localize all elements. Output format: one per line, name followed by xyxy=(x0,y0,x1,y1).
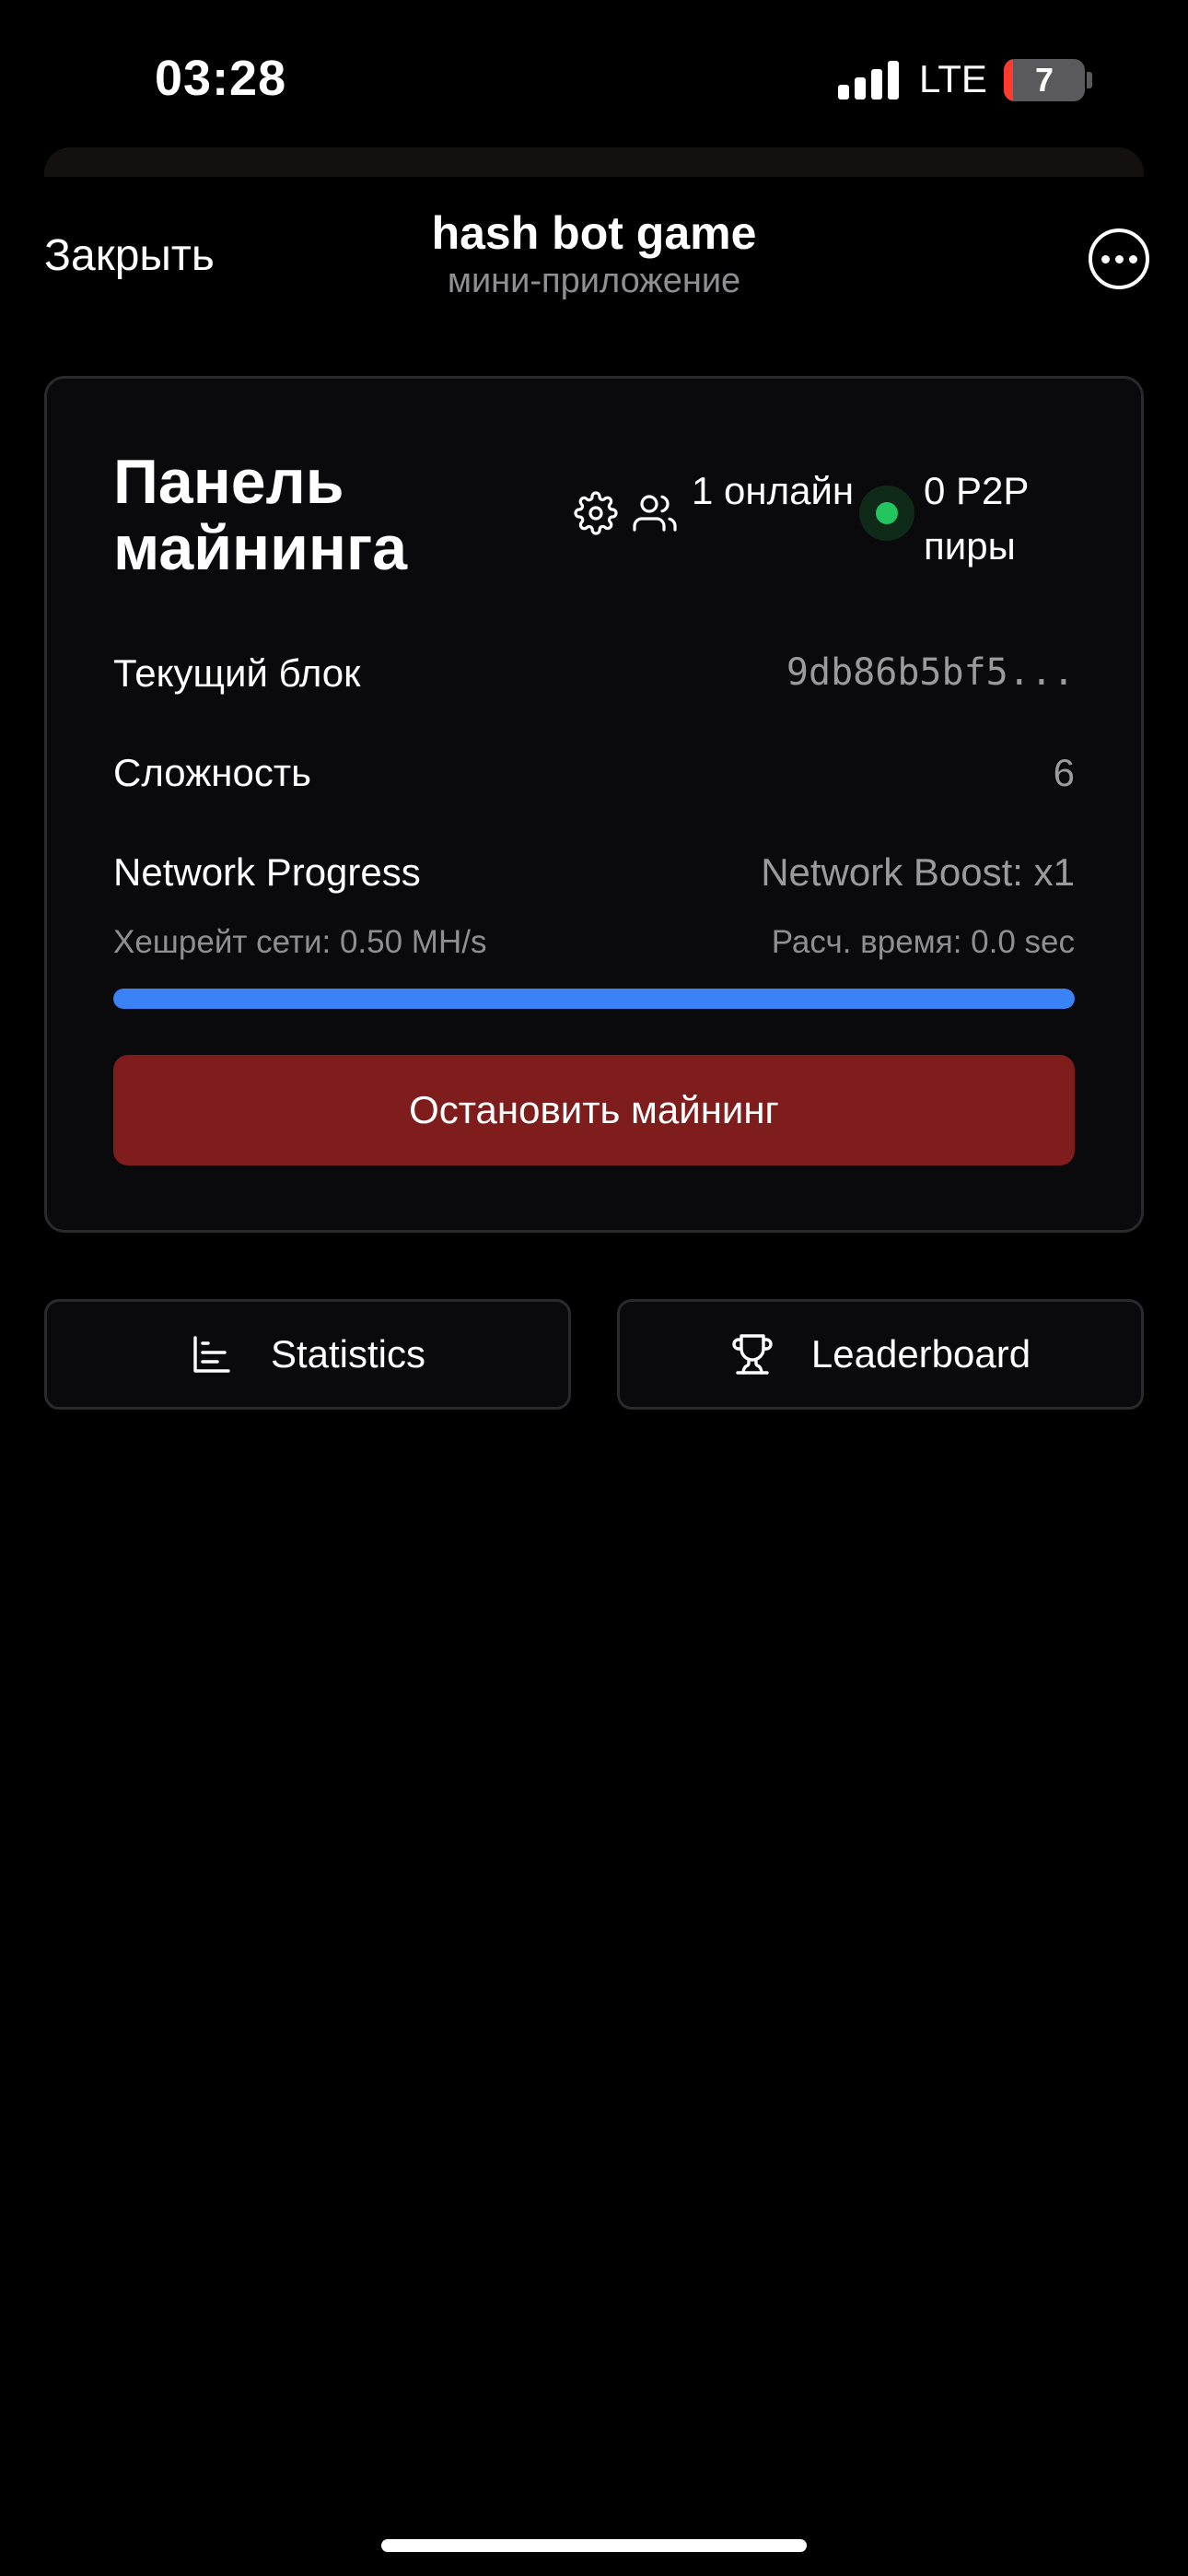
network-type: LTE xyxy=(919,57,987,100)
trophy-icon xyxy=(732,1334,773,1375)
home-indicator[interactable] xyxy=(381,2539,807,2552)
network-progress-bar xyxy=(113,989,1075,1009)
mini-app-header: Закрыть hash bot game мини-приложение xyxy=(0,184,1188,332)
screen: 03:28 LTE 7 Закрыть hash bot game мини-п… xyxy=(0,0,1188,2576)
more-options-button[interactable] xyxy=(1089,228,1149,289)
network-progress-label: Network Progress xyxy=(113,850,421,894)
panel-title: Панель майнинга xyxy=(113,447,408,583)
more-dots-icon xyxy=(1101,254,1110,263)
network-hashrate: Хешрейт сети: 0.50 MH/s xyxy=(113,924,487,960)
current-block-value: 9db86b5bf5... xyxy=(786,651,1075,694)
peer-status-icon xyxy=(859,486,914,541)
gear-icon[interactable] xyxy=(574,491,618,535)
network-progress-fill xyxy=(113,989,1075,1009)
network-boost-value: Network Boost: x1 xyxy=(761,850,1075,894)
leaderboard-label: Leaderboard xyxy=(810,1332,1031,1376)
peer-count: 0 P2P пиры xyxy=(924,469,1029,568)
bar-chart-icon xyxy=(193,1336,230,1373)
app-title: hash bot game xyxy=(431,207,757,259)
battery-icon: 7 xyxy=(1004,59,1085,101)
statistics-label: Statistics xyxy=(270,1332,426,1376)
status-time: 03:28 xyxy=(155,51,287,106)
online-count: 1 онлайн xyxy=(692,469,855,512)
difficulty-label: Сложность xyxy=(113,751,311,794)
signal-icon xyxy=(838,61,899,100)
estimated-time: Расч. время: 0.0 sec xyxy=(771,924,1075,960)
current-block-label: Текущий блок xyxy=(113,651,361,695)
mining-panel: Панель майнинга 1 онлайн 0 P2P пиры Теку… xyxy=(44,376,1144,1233)
stop-mining-button[interactable]: Остановить майнинг xyxy=(113,1055,1075,1165)
difficulty-value: 6 xyxy=(1053,751,1075,794)
statistics-button[interactable]: Statistics xyxy=(44,1299,571,1410)
sheet-edge xyxy=(44,147,1144,177)
status-bar: 03:28 LTE 7 xyxy=(0,0,1188,157)
users-icon xyxy=(633,495,677,532)
leaderboard-button[interactable]: Leaderboard xyxy=(617,1299,1144,1410)
battery-level: 7 xyxy=(1034,61,1054,99)
battery-cap xyxy=(1087,72,1092,88)
app-subtitle: мини-приложение xyxy=(447,262,741,300)
